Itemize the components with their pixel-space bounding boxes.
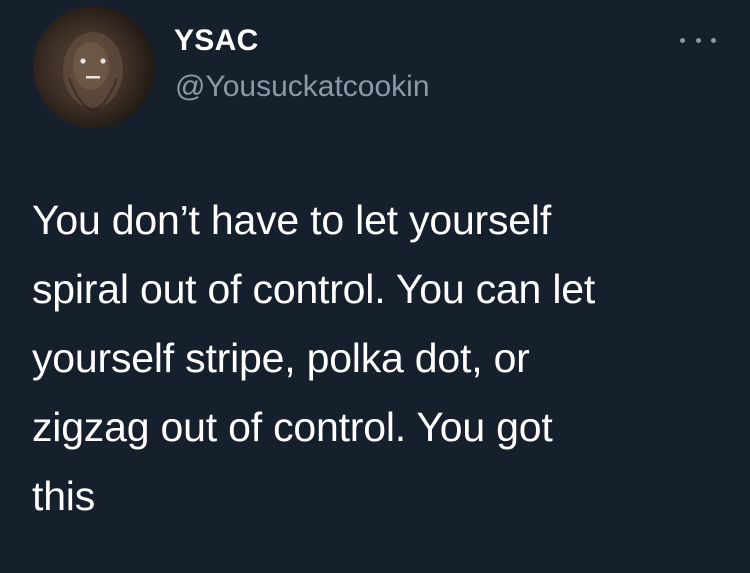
more-dot [711, 37, 716, 43]
more-options-icon[interactable] [680, 30, 716, 50]
more-dot [680, 37, 685, 43]
author-handle[interactable]: @Yousuckatcookin [175, 70, 430, 104]
tweet-text: You don’t have to let yourself spiral ou… [32, 197, 596, 519]
author-display-name[interactable]: YSAC [174, 24, 259, 58]
more-dot [695, 37, 701, 43]
avatar[interactable] [33, 6, 155, 128]
avatar-face-icon [63, 32, 123, 112]
tweet-card: YSAC @Yousuckatcookin You don’t have to … [0, 0, 750, 573]
